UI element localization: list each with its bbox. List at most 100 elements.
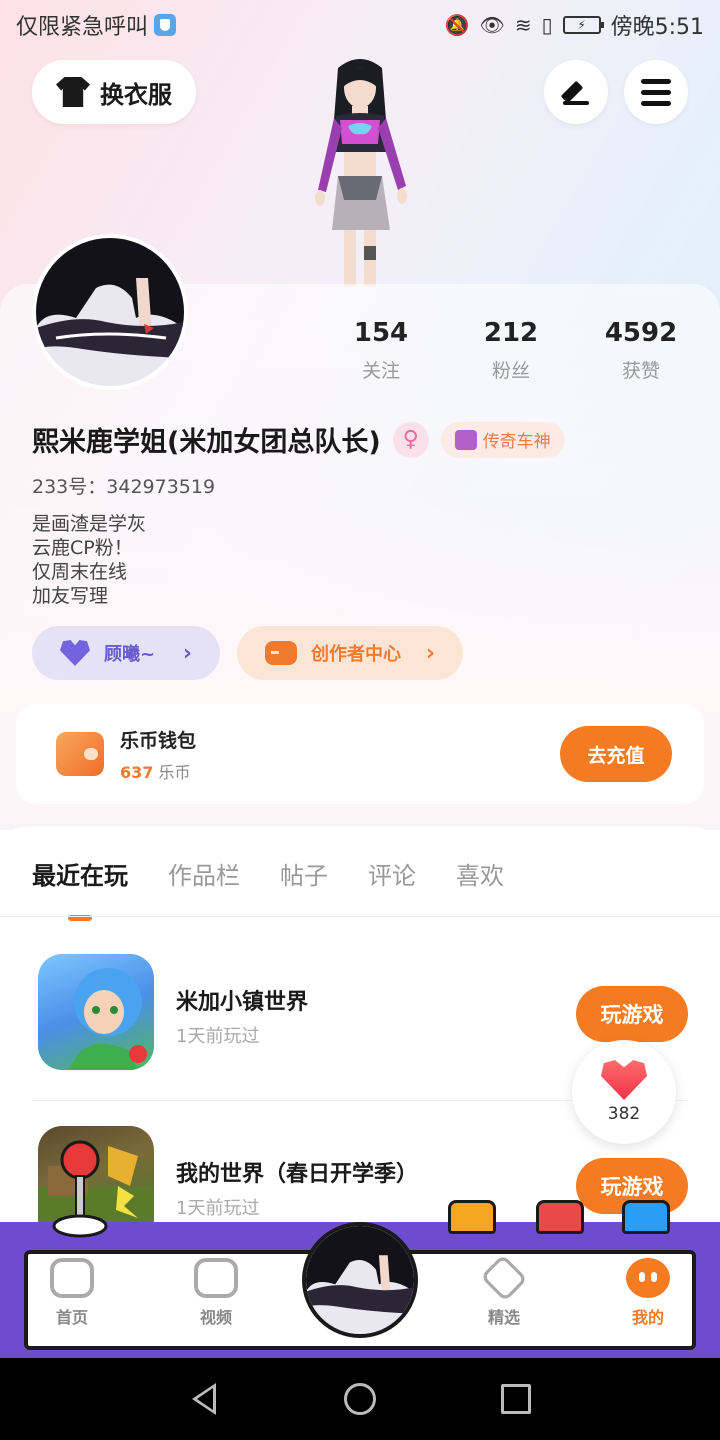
nav-mine-label: 我的 xyxy=(631,1308,664,1327)
tab-comments[interactable]: 评论 xyxy=(368,856,416,891)
wallet-icon xyxy=(56,732,104,776)
stat-likes[interactable]: 4592 获赞 xyxy=(576,318,706,383)
status-time: 傍晚5:51 xyxy=(610,15,704,40)
wallet-unit: 乐币 xyxy=(158,762,191,782)
nav-video[interactable]: 视频 xyxy=(176,1258,256,1328)
avatar-portrait xyxy=(36,238,184,386)
wallet-balance: 637 乐币 xyxy=(120,759,196,783)
creator-center-label: 创作者中心 xyxy=(311,644,401,665)
arcade-button-yellow xyxy=(448,1200,496,1234)
recents-icon xyxy=(501,1384,531,1414)
wallet-text: 乐币钱包 637 乐币 xyxy=(120,726,196,783)
wallet-amount: 637 xyxy=(120,762,154,782)
mute-icon: 🔕 xyxy=(444,13,470,37)
status-right: 🔕 👁 ≋ ▯ ⚡ 傍晚5:51 xyxy=(445,9,704,41)
eye-icon: 👁 xyxy=(479,13,505,37)
arcade-button-blue xyxy=(622,1200,670,1234)
title-badge-icon xyxy=(454,429,477,450)
edit-profile-button[interactable] xyxy=(544,60,608,124)
avatar-portrait xyxy=(306,1226,414,1334)
avatar-figure[interactable] xyxy=(290,50,430,286)
like-float-button[interactable]: 382 xyxy=(572,1040,676,1144)
wallet-card[interactable]: 乐币钱包 637 乐币 去充值 xyxy=(16,704,704,804)
stat-likes-value: 4592 xyxy=(604,318,678,348)
system-nav-bar xyxy=(0,1358,720,1440)
nav-home[interactable]: 首页 xyxy=(32,1258,112,1328)
recharge-button[interactable]: 去充值 xyxy=(560,726,672,782)
shirt-icon xyxy=(56,77,90,107)
nav-picks[interactable]: 精选 xyxy=(464,1254,544,1328)
tab-posts[interactable]: 帖子 xyxy=(280,856,328,891)
joystick-icon xyxy=(52,1140,108,1238)
nav-picks-label: 精选 xyxy=(487,1308,520,1327)
avatar-image xyxy=(36,238,184,386)
game-name: 米加小镇世界 xyxy=(176,990,309,1015)
name-row: 熙米鹿学姐(米加女团总队长) ♀ 传奇车神 xyxy=(32,420,565,459)
title-badge[interactable]: 传奇车神 xyxy=(440,421,565,458)
change-outfit-label: 换衣服 xyxy=(100,80,172,109)
user-bio: 是画渣是学灰 云鹿CP粉！ 仅周末在线 加友写理 xyxy=(32,512,146,608)
stat-following[interactable]: 154 关注 xyxy=(316,318,446,383)
gender-female-icon: ♀ xyxy=(392,421,429,458)
stat-followers-value: 212 xyxy=(483,318,539,348)
stat-followers[interactable]: 212 粉丝 xyxy=(446,318,576,383)
creator-center-button[interactable]: 创作者中心 › xyxy=(237,626,463,680)
guardian-button[interactable]: 顾曦~ › xyxy=(32,626,220,680)
system-back-button[interactable] xyxy=(186,1381,222,1417)
bio-line: 是画渣是学灰 xyxy=(32,513,147,535)
heart-icon xyxy=(480,1254,528,1302)
system-recents-button[interactable] xyxy=(498,1381,534,1417)
menu-icon xyxy=(641,78,671,106)
wallet-title: 乐币钱包 xyxy=(120,729,197,752)
stat-following-value: 154 xyxy=(353,318,409,348)
game-last-played: 1天前玩过 xyxy=(176,1026,260,1047)
gamepad-icon xyxy=(50,1258,94,1298)
heart-icon xyxy=(60,640,90,666)
system-home-button[interactable] xyxy=(342,1381,378,1417)
arcade-button-red xyxy=(536,1200,584,1234)
profile-avatar[interactable] xyxy=(32,234,188,390)
sim-alert-icon: ▯ xyxy=(541,13,553,37)
chevron-right-icon: › xyxy=(425,640,435,666)
emergency-call-text: 仅限紧急呼叫 xyxy=(16,15,149,40)
play-game-button[interactable]: 玩游戏 xyxy=(576,986,688,1042)
tab-works[interactable]: 作品栏 xyxy=(168,856,240,891)
game-name: 我的世界（春日开学季） xyxy=(176,1162,419,1187)
tab-bar: 最近在玩 作品栏 帖子 评论 喜欢 xyxy=(32,856,504,921)
shield-icon xyxy=(154,14,177,36)
title-badge-label: 传奇车神 xyxy=(482,432,551,452)
status-left: 仅限紧急呼叫 xyxy=(16,9,177,41)
like-count: 382 xyxy=(607,1104,641,1124)
stat-followers-label: 粉丝 xyxy=(491,360,530,382)
chevron-right-icon: › xyxy=(182,640,192,666)
bio-line: 云鹿CP粉！ xyxy=(32,537,133,559)
nav-mine[interactable]: 我的 xyxy=(608,1258,688,1328)
tabs-divider xyxy=(0,916,720,917)
profile-stats: 154 关注 212 粉丝 4592 获赞 xyxy=(316,318,706,383)
tab-likes[interactable]: 喜欢 xyxy=(456,856,504,891)
gamepad-icon xyxy=(265,641,297,665)
battery-icon: ⚡ xyxy=(562,16,604,34)
menu-button[interactable] xyxy=(624,60,688,124)
tab-recently-played[interactable]: 最近在玩 xyxy=(32,856,128,921)
guardian-label: 顾曦~ xyxy=(104,644,156,665)
nav-center-avatar[interactable] xyxy=(302,1222,418,1338)
wifi-icon: ≋ xyxy=(514,13,532,37)
bottom-nav: 首页 视频 精选 我的 xyxy=(0,1140,720,1358)
nav-video-label: 视频 xyxy=(199,1308,232,1327)
game-icon-art xyxy=(68,968,147,1070)
back-icon xyxy=(192,1383,216,1415)
face-icon xyxy=(626,1258,670,1298)
home-icon xyxy=(344,1383,376,1415)
username: 熙米鹿学姐(米加女团总队长) xyxy=(32,427,381,458)
status-bar: 仅限紧急呼叫 🔕 👁 ≋ ▯ ⚡ 傍晚5:51 xyxy=(0,0,720,50)
change-outfit-button[interactable]: 换衣服 xyxy=(32,60,196,124)
heart-icon xyxy=(601,1060,647,1100)
user-id: 233号：342973519 xyxy=(32,476,216,498)
bio-line: 仅周末在线 xyxy=(32,561,128,583)
bio-line: 加友写理 xyxy=(32,585,109,607)
play-icon xyxy=(194,1258,238,1298)
nav-home-label: 首页 xyxy=(55,1308,88,1327)
stat-likes-label: 获赞 xyxy=(621,360,660,382)
game-icon xyxy=(38,954,154,1070)
